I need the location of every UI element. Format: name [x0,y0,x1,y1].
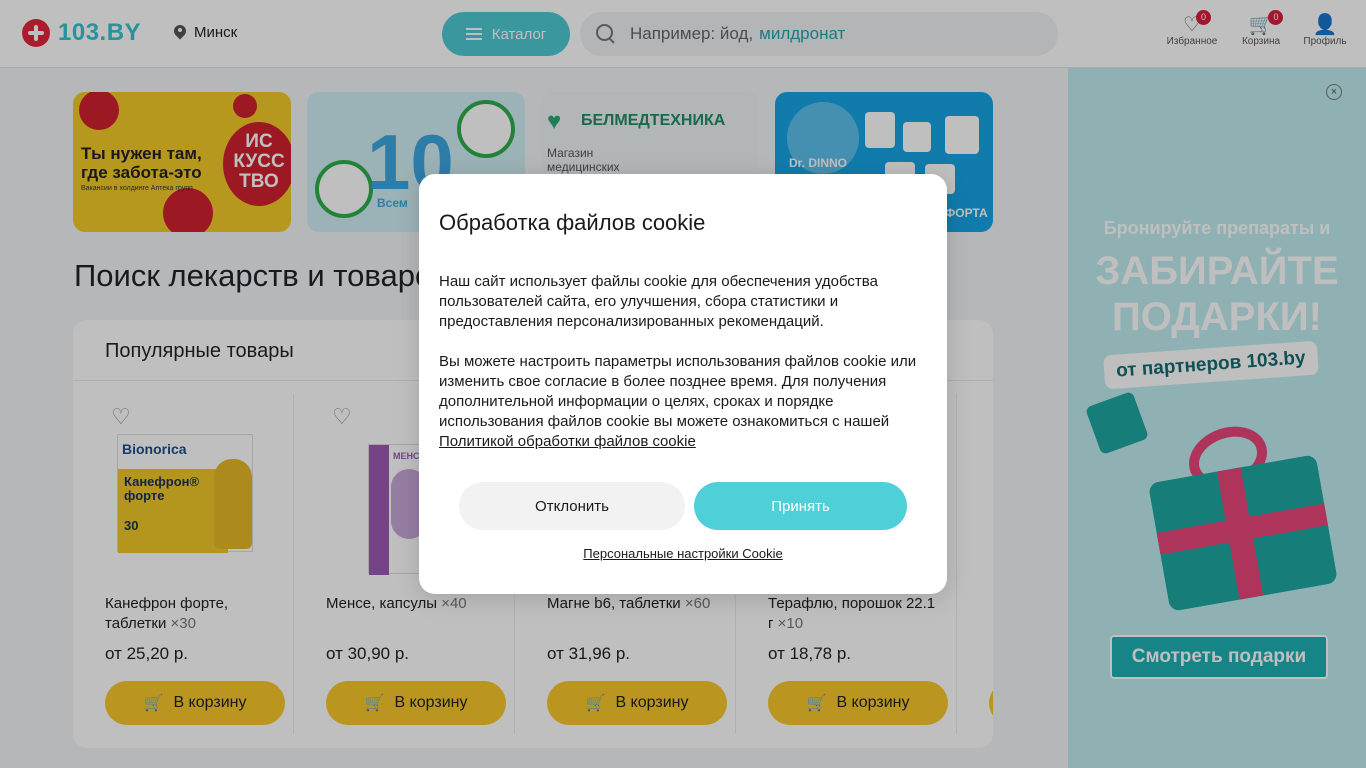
cookie-title: Обработка файлов cookie [439,210,706,235]
accept-button[interactable]: Принять [694,482,907,530]
cookie-dialog: Обработка файлов cookie Наш сайт использ… [419,174,947,594]
cookie-text: Наш сайт использует файлы cookie для обе… [439,273,878,330]
cookie-policy-link[interactable]: Политикой обработки файлов cookie [439,433,696,450]
cookie-text-2-body: Вы можете настроить параметры использова… [439,353,917,430]
decline-button[interactable]: Отклонить [459,482,685,530]
cookie-text-2: Вы можете настроить параметры использова… [439,352,934,452]
cookie-settings-link[interactable]: Персональные настройки Cookie [419,546,947,561]
